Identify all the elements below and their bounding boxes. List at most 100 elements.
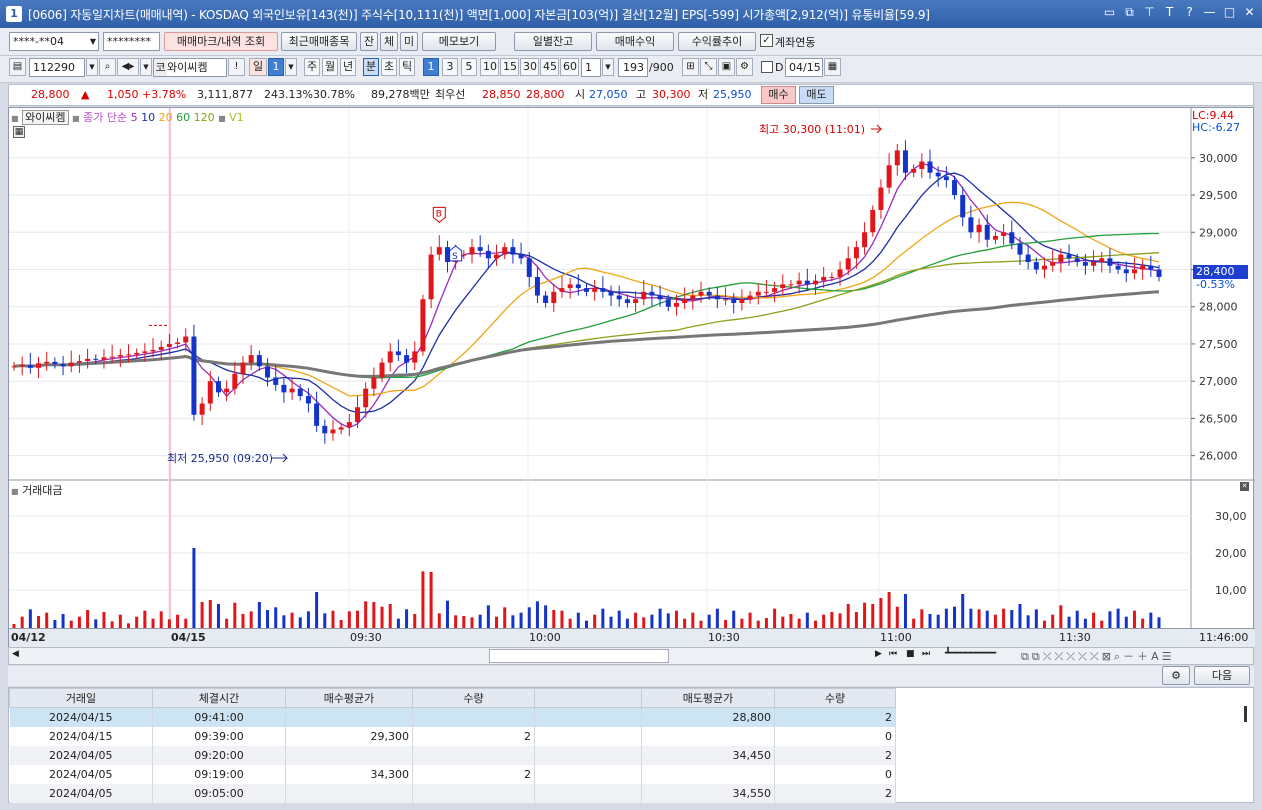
- minute-30-button[interactable]: 30: [520, 58, 539, 76]
- period-day-count[interactable]: 1: [268, 58, 284, 76]
- col-buy-avg[interactable]: 매수평균가: [285, 688, 413, 708]
- minute-60-button[interactable]: 60: [560, 58, 579, 76]
- legend-ma60[interactable]: 60: [176, 111, 190, 124]
- gear-icon[interactable]: ⚙: [736, 58, 753, 76]
- search-icon[interactable]: ⌕: [99, 58, 116, 76]
- period-tick-button[interactable]: 틱: [399, 58, 416, 76]
- period-week-button[interactable]: 주: [304, 58, 321, 76]
- account-select[interactable]: ****-**04 ▼: [9, 32, 99, 51]
- pin-icon[interactable]: ⊤: [1143, 5, 1156, 20]
- fast-forward-icon[interactable]: ⏭: [922, 649, 930, 659]
- interval-select[interactable]: 1: [581, 58, 601, 77]
- gear-icon[interactable]: ⚙: [1162, 666, 1190, 685]
- period-month-button[interactable]: 월: [322, 58, 339, 76]
- memo-button[interactable]: 메모보기: [422, 32, 496, 51]
- balance-button[interactable]: 잔: [360, 32, 378, 51]
- speed-slider[interactable]: ┻━━━━━━━━━: [945, 648, 996, 659]
- table-row[interactable]: 2024/04/05 09:20:00 34,450 2: [9, 745, 896, 765]
- chevron-down-icon[interactable]: ▼: [86, 58, 98, 76]
- table-row[interactable]: 2024/04/15 09:39:00 29,300 2 0: [9, 726, 896, 746]
- legend-v1[interactable]: V1: [229, 111, 244, 124]
- period-day-button[interactable]: 일: [249, 58, 267, 76]
- sell-button[interactable]: 매도: [799, 86, 834, 104]
- minute-45-button[interactable]: 45: [540, 58, 559, 76]
- volume-bar: [1051, 614, 1055, 628]
- legend-ma120[interactable]: 120: [194, 111, 215, 124]
- scroll-right-icon[interactable]: ▶: [875, 649, 882, 659]
- stock-code-input[interactable]: 112290: [29, 58, 85, 77]
- minute-10-button[interactable]: 10: [480, 58, 499, 76]
- candle: [346, 422, 352, 428]
- price-tick-label: 27,500: [1199, 338, 1238, 351]
- filled-button[interactable]: 체: [380, 32, 398, 51]
- col-date[interactable]: 거래일: [9, 688, 153, 708]
- font-icon[interactable]: T: [1163, 5, 1176, 20]
- candle: [633, 299, 639, 303]
- legend-ma-label[interactable]: 종가 단순: [83, 111, 127, 124]
- minimize-icon[interactable]: —: [1203, 5, 1216, 20]
- count-input[interactable]: 193: [618, 58, 648, 77]
- close-pane-icon[interactable]: ✕: [1240, 482, 1249, 491]
- volume-bar: [1002, 608, 1006, 628]
- save-icon[interactable]: ▣: [718, 58, 735, 76]
- col-buy-qty[interactable]: 수량: [412, 688, 535, 708]
- stock-name-field[interactable]: 코와이씨켐: [153, 58, 227, 77]
- candle: [714, 295, 720, 300]
- col-time[interactable]: 체결시간: [152, 688, 286, 708]
- calendar-icon[interactable]: ▦: [824, 58, 841, 76]
- volume-bar: [1132, 610, 1136, 628]
- scroll-left-icon[interactable]: ◀: [12, 649, 19, 659]
- minute-1-button[interactable]: 1: [423, 58, 439, 76]
- candlestick-chart[interactable]: BS 30,00029,50029,00028,50028,00027,5002…: [9, 108, 1255, 648]
- period-second-button[interactable]: 초: [381, 58, 398, 76]
- minute-5-button[interactable]: 5: [461, 58, 477, 76]
- period-minute-button[interactable]: 분: [363, 58, 380, 76]
- rewind-icon[interactable]: ⏮: [889, 649, 897, 659]
- indicator-icon[interactable]: ⊞: [682, 58, 699, 76]
- maximize-icon[interactable]: □: [1223, 5, 1236, 20]
- stop-icon[interactable]: ■: [906, 649, 915, 659]
- drawing-tools-icon[interactable]: ⧉⧉⤫⤫⤫⤫⤫⊠⌕－＋A☰: [1021, 648, 1174, 664]
- scroll-thumb[interactable]: [489, 649, 669, 663]
- legend-ma20[interactable]: 20: [159, 111, 173, 124]
- minute-15-button[interactable]: 15: [500, 58, 519, 76]
- date-checkbox[interactable]: [761, 61, 773, 73]
- table-view-icon[interactable]: ▦: [13, 126, 25, 138]
- trade-mark-button[interactable]: 매매마크/내역 조회: [164, 32, 278, 51]
- legend-ma10[interactable]: 10: [141, 111, 155, 124]
- stock-search-icon[interactable]: ▤: [9, 58, 26, 76]
- recent-stocks-button[interactable]: 최근매매종목: [281, 32, 357, 51]
- profit-trend-button[interactable]: 수익률추이: [678, 32, 756, 51]
- tools-icon[interactable]: ⤡: [700, 58, 717, 76]
- table-row[interactable]: 2024/04/05 09:05:00 34,550 2: [9, 783, 896, 803]
- speaker-icon[interactable]: ◀▸: [117, 58, 139, 76]
- period-year-button[interactable]: 년: [340, 58, 357, 76]
- col-blank[interactable]: [534, 688, 642, 708]
- table-row[interactable]: 2024/04/05 09:19:00 34,300 2 0: [9, 764, 896, 784]
- alert-icon[interactable]: !: [228, 58, 245, 76]
- password-input[interactable]: ********: [103, 32, 160, 51]
- link-window-icon[interactable]: ▭: [1103, 5, 1116, 20]
- trade-profit-button[interactable]: 매매수익: [596, 32, 674, 51]
- next-button[interactable]: 다음: [1194, 666, 1250, 685]
- col-sell-avg[interactable]: 매도평균가: [641, 688, 775, 708]
- chevron-down-icon[interactable]: ▼: [285, 58, 297, 76]
- daily-balance-button[interactable]: 일별잔고: [514, 32, 592, 51]
- col-sell-qty[interactable]: 수량: [774, 688, 896, 708]
- help-icon[interactable]: ?: [1183, 5, 1196, 20]
- copy-window-icon[interactable]: ⧉: [1123, 5, 1136, 20]
- close-icon[interactable]: ✕: [1243, 5, 1256, 20]
- chevron-down-icon[interactable]: ▼: [602, 58, 614, 76]
- date-input[interactable]: 04/15: [785, 58, 823, 77]
- legend-stock-name[interactable]: 와이씨켐: [22, 110, 69, 125]
- account-link-checkbox[interactable]: ✓: [760, 34, 773, 47]
- legend-ma5[interactable]: 5: [131, 111, 138, 124]
- minute-3-button[interactable]: 3: [442, 58, 458, 76]
- chart-area[interactable]: BS 30,00029,50029,00028,50028,00027,5002…: [8, 107, 1255, 648]
- unfilled-button[interactable]: 미: [400, 32, 418, 51]
- buy-button[interactable]: 매수: [761, 86, 796, 104]
- chevron-down-icon[interactable]: ▼: [140, 58, 152, 76]
- grid-scrollbar[interactable]: [1244, 706, 1247, 722]
- table-row[interactable]: 2024/04/15 09:41:00 28,800 2: [9, 707, 896, 727]
- candle: [19, 364, 25, 367]
